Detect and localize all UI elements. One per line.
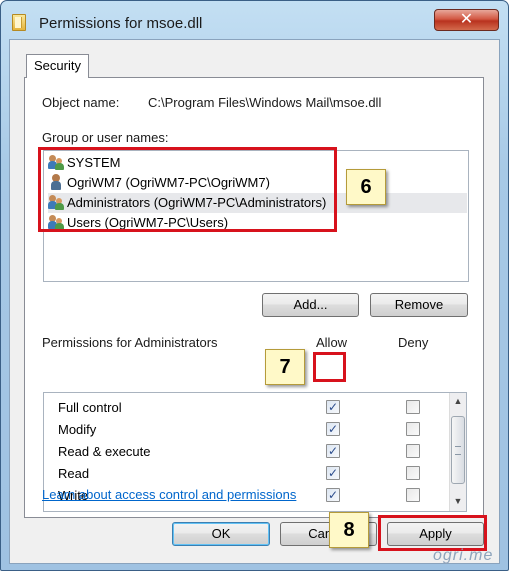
watermark-text: ogri.me — [433, 547, 494, 564]
window-title: Permissions for msoe.dll — [39, 15, 203, 32]
table-row: Modify ✓ — [44, 419, 448, 441]
callout-badge-8: 8 — [329, 512, 369, 548]
permission-name: Full control — [58, 400, 122, 415]
scroll-down-arrow-icon[interactable]: ▼ — [450, 493, 466, 510]
permissions-heading: Permissions for Administrators — [42, 335, 218, 350]
permission-name: Modify — [58, 422, 97, 437]
tab-security[interactable]: Security — [26, 54, 89, 78]
allow-checkbox[interactable]: ✓ — [326, 466, 340, 480]
users-highlight-box — [38, 147, 337, 232]
deny-checkbox[interactable] — [406, 444, 420, 458]
table-row: Read ✓ — [44, 463, 448, 485]
allow-checkbox[interactable]: ✓ — [326, 444, 340, 458]
permission-name: Read & execute — [58, 444, 151, 459]
deny-column-header: Deny — [398, 335, 429, 350]
close-button[interactable]: ✕ — [434, 9, 499, 31]
deny-checkbox[interactable] — [406, 422, 420, 436]
full-control-highlight-box — [313, 352, 346, 382]
title-bar[interactable]: Permissions for msoe.dll ✕ — [1, 1, 508, 39]
add-button[interactable]: Add... — [262, 293, 359, 317]
file-icon — [12, 14, 26, 31]
permissions-scrollbar[interactable]: ▲ ▼ — [449, 393, 466, 511]
access-control-help-link[interactable]: Learn about access control and permissio… — [42, 487, 296, 502]
allow-checkbox[interactable]: ✓ — [326, 488, 340, 502]
table-row: Full control ✓ — [44, 397, 448, 419]
allow-checkbox[interactable]: ✓ — [326, 422, 340, 436]
object-name-label: Object name: — [42, 95, 120, 110]
permission-name: Read — [58, 466, 90, 481]
remove-button[interactable]: Remove — [370, 293, 468, 317]
permissions-window: Permissions for msoe.dll ✕ Security Obje… — [0, 0, 509, 571]
security-tab-panel: Object name: C:\Program Files\Windows Ma… — [24, 77, 484, 518]
allow-checkbox[interactable]: ✓ — [326, 400, 340, 414]
scroll-thumb[interactable] — [451, 416, 465, 484]
apply-highlight-box — [378, 515, 487, 551]
group-user-names-label: Group or user names: — [42, 130, 169, 145]
object-name-value: C:\Program Files\Windows Mail\msoe.dll — [148, 95, 382, 110]
deny-checkbox[interactable] — [406, 488, 420, 502]
allow-column-header: Allow — [316, 335, 348, 350]
scroll-up-arrow-icon[interactable]: ▲ — [450, 393, 466, 410]
callout-badge-7: 7 — [265, 349, 305, 385]
deny-checkbox[interactable] — [406, 466, 420, 480]
table-row: Read & execute ✓ — [44, 441, 448, 463]
ok-button[interactable]: OK — [172, 522, 270, 546]
callout-badge-6: 6 — [346, 169, 386, 205]
dialog-client-area: Security Object name: C:\Program Files\W… — [9, 39, 500, 564]
deny-checkbox[interactable] — [406, 400, 420, 414]
